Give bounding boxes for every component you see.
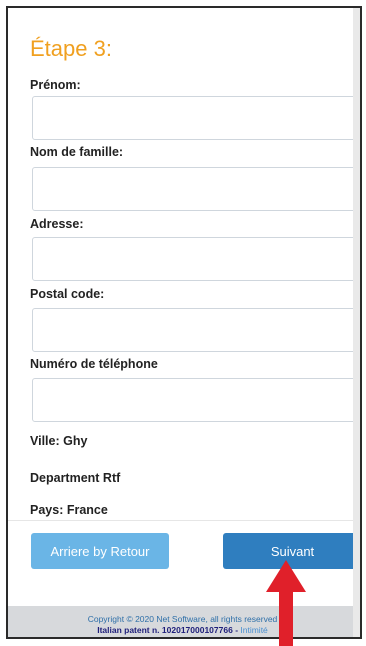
phone-label: Numéro de téléphone [30, 357, 158, 371]
back-button[interactable]: Arriere by Retour [31, 533, 169, 569]
privacy-link[interactable]: Intimité [240, 625, 267, 635]
first-name-input[interactable] [32, 96, 360, 140]
last-name-label: Nom de famille: [30, 145, 124, 159]
address-input[interactable] [32, 237, 360, 281]
phone-input[interactable] [32, 378, 360, 422]
department-text: Department Rtf [30, 471, 121, 485]
first-name-label: Prénom: [30, 78, 81, 92]
form-content: Étape 3: Prénom: Nom de famille: Adresse… [8, 8, 360, 637]
address-label: Adresse: [30, 217, 84, 231]
page-title: Étape 3: [30, 36, 112, 61]
scrollbar[interactable] [353, 8, 360, 637]
red-up-arrow-icon [266, 560, 306, 646]
patent-text: Italian patent n. 102017000107766 [97, 625, 233, 635]
form-window: Étape 3: Prénom: Nom de famille: Adresse… [6, 6, 362, 639]
country-text: Pays: France [30, 503, 108, 517]
postal-code-input[interactable] [32, 308, 360, 352]
divider [8, 520, 357, 521]
city-text: Ville: Ghy [30, 434, 88, 448]
last-name-input[interactable] [32, 167, 360, 211]
postal-code-label: Postal code: [30, 287, 105, 301]
